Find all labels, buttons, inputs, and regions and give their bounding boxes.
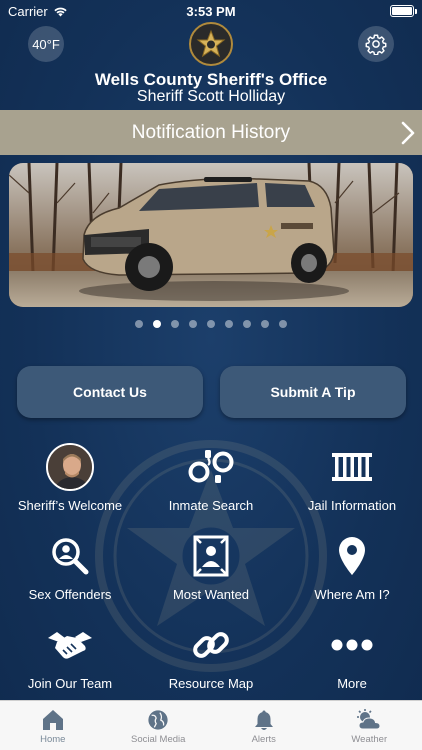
grid-where-am-i[interactable]: Where Am I? [282, 531, 422, 615]
sheriff-portrait-icon [48, 445, 92, 489]
wanted-poster-icon [186, 531, 236, 581]
contact-us-label: Contact Us [73, 384, 147, 400]
bottom-tab-bar: Home Social Media Alerts Weather [0, 700, 422, 750]
carousel-dot[interactable] [171, 320, 179, 328]
globe-icon [148, 710, 168, 730]
grid-label: Inmate Search [168, 498, 254, 513]
jail-bars-icon [327, 442, 377, 492]
magnify-person-icon [45, 531, 95, 581]
tab-weather[interactable]: Weather [317, 701, 422, 750]
tab-social-media[interactable]: Social Media [106, 701, 212, 750]
sheriff-badge-logo [189, 22, 233, 66]
grid-label: Sex Offenders [28, 587, 112, 602]
more-dots-icon [327, 620, 377, 670]
notification-history-bar[interactable]: Notification History [0, 110, 422, 155]
link-icon [186, 620, 236, 670]
carousel-dot-active[interactable] [153, 320, 161, 328]
grid-more[interactable]: More [282, 620, 422, 704]
grid-most-wanted[interactable]: Most Wanted [141, 531, 281, 615]
carousel-dot[interactable] [225, 320, 233, 328]
patrol-vehicle-image [9, 163, 413, 307]
chevron-right-icon [401, 121, 415, 145]
tab-label: Home [40, 734, 66, 745]
status-bar: Carrier 3:53 PM [0, 0, 422, 22]
grid-sheriffs-welcome[interactable]: Sheriff’s Welcome [0, 442, 140, 526]
grid-label: Where Am I? [314, 587, 390, 602]
contact-us-button[interactable]: Contact Us [17, 366, 203, 418]
notification-history-label: Notification History [131, 121, 291, 143]
tab-label: Social Media [131, 734, 186, 745]
handshake-icon [45, 620, 95, 670]
location-pin-icon [327, 531, 377, 581]
carousel-dot[interactable] [207, 320, 215, 328]
tab-label: Weather [351, 734, 388, 745]
grid-label: Sheriff’s Welcome [17, 498, 123, 513]
grid-join-our-team[interactable]: Join Our Team [0, 620, 140, 704]
tab-home[interactable]: Home [0, 701, 106, 750]
grid-label: Join Our Team [27, 676, 113, 691]
carousel-dot[interactable] [279, 320, 287, 328]
carousel-dot[interactable] [189, 320, 197, 328]
gear-icon [365, 34, 387, 55]
battery-icon [390, 5, 417, 17]
submit-tip-label: Submit A Tip [270, 384, 356, 400]
handcuffs-icon [186, 442, 236, 492]
star-badge-icon [196, 29, 226, 58]
status-time: 3:53 PM [186, 4, 236, 19]
carousel-dot[interactable] [135, 320, 143, 328]
submit-tip-button[interactable]: Submit A Tip [220, 366, 406, 418]
weather-icon [357, 709, 381, 730]
tab-label: Alerts [251, 734, 276, 745]
temperature-badge[interactable]: 40°F [28, 26, 64, 62]
grid-label: More [337, 676, 367, 691]
grid-resource-map[interactable]: Resource Map [141, 620, 281, 704]
carousel-dot[interactable] [261, 320, 269, 328]
sheriff-avatar-wrap [45, 442, 95, 492]
carousel-page-indicator[interactable] [0, 320, 422, 328]
page-title: Wells County Sheriff's Office [94, 70, 328, 89]
settings-button[interactable] [358, 26, 394, 62]
app-screen: Carrier 3:53 PM 40°F Wells County Sherif… [0, 0, 422, 750]
sheriff-avatar [46, 443, 94, 491]
carousel-dot[interactable] [243, 320, 251, 328]
grid-sex-offenders[interactable]: Sex Offenders [0, 531, 140, 615]
home-icon [42, 710, 63, 730]
grid-label: Jail Information [307, 498, 397, 513]
photo-carousel[interactable] [9, 163, 413, 307]
page-subtitle: Sheriff Scott Holliday [136, 88, 286, 105]
grid-inmate-search[interactable]: Inmate Search [141, 442, 281, 526]
grid-label: Resource Map [168, 676, 254, 691]
grid-jail-information[interactable]: Jail Information [282, 442, 422, 526]
bell-icon [254, 710, 273, 730]
tab-alerts[interactable]: Alerts [211, 701, 317, 750]
grid-label: Most Wanted [172, 587, 250, 602]
temperature-value: 40°F [32, 36, 60, 52]
